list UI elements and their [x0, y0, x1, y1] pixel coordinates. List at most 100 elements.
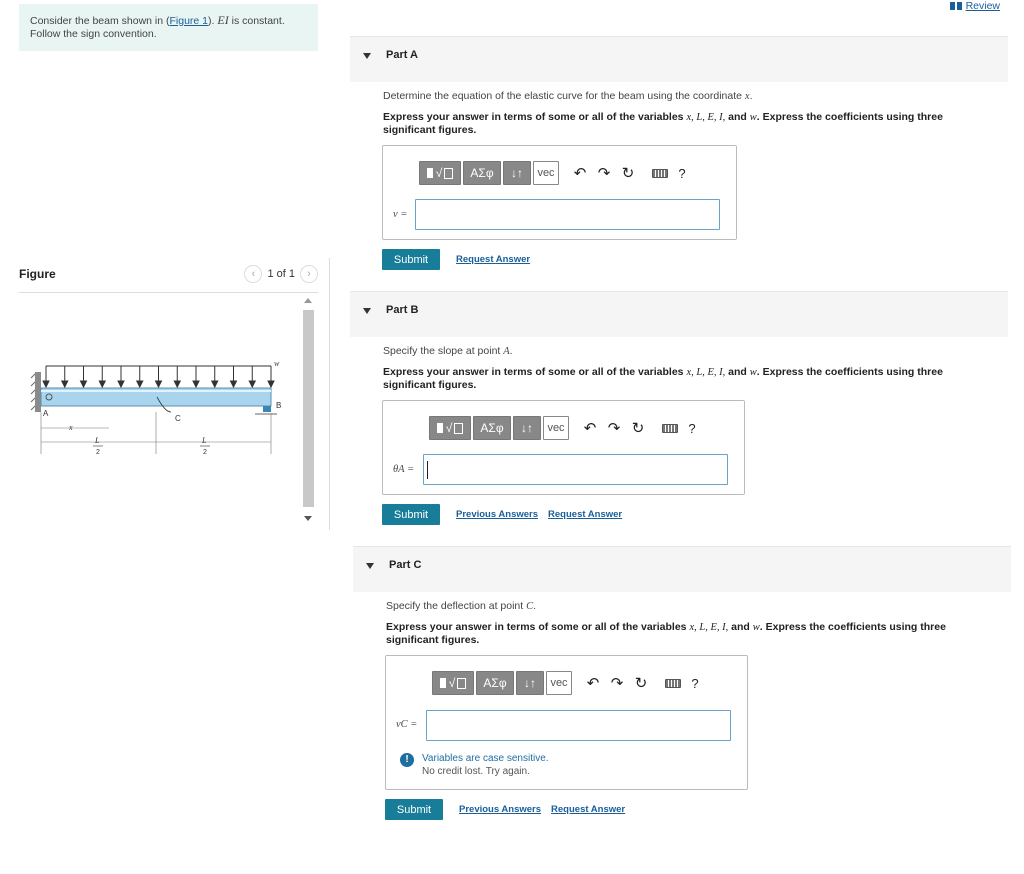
- keyboard-icon[interactable]: [662, 671, 684, 695]
- part-a-links: Request Answer: [456, 254, 530, 265]
- greek-button[interactable]: ΑΣφ: [473, 416, 511, 440]
- greek-button[interactable]: ΑΣφ: [463, 161, 501, 185]
- figure-page-indicator: 1 of 1: [267, 268, 295, 280]
- part-a-header[interactable]: Part A: [350, 36, 1008, 82]
- exclamation-icon: !: [400, 753, 414, 767]
- express-last-var: w: [749, 367, 757, 378]
- reset-icon[interactable]: ↻: [627, 416, 649, 440]
- text-cursor: [427, 461, 428, 479]
- math-toolbar: √ ΑΣφ ↓↑ vec ↶ ↷ ↻ ?: [429, 415, 703, 441]
- vec-button[interactable]: vec: [533, 161, 559, 185]
- vec-button[interactable]: vec: [546, 671, 572, 695]
- instruction-suffix: .: [749, 90, 753, 102]
- undo-icon[interactable]: ↶: [569, 161, 591, 185]
- review-link[interactable]: Review: [949, 0, 1000, 12]
- help-icon[interactable]: ?: [671, 161, 693, 185]
- undo-icon[interactable]: ↶: [579, 416, 601, 440]
- part-a-instructions: Determine the equation of the elastic cu…: [383, 90, 973, 136]
- vec-button[interactable]: vec: [543, 416, 569, 440]
- x-label: x: [68, 423, 73, 432]
- instruction-suffix: .: [509, 345, 513, 357]
- book-icon: [949, 2, 962, 10]
- keyboard-icon[interactable]: [659, 416, 681, 440]
- warning-line-2: No credit lost. Try again.: [422, 766, 530, 777]
- part-c-links: Previous Answers Request Answer: [459, 804, 625, 815]
- keyboard-icon[interactable]: [649, 161, 671, 185]
- part-b-submit-button[interactable]: Submit: [382, 504, 440, 525]
- instruction-text: Determine the equation of the elastic cu…: [383, 90, 745, 102]
- scroll-down-arrow-icon[interactable]: [304, 516, 312, 521]
- half-l-left-den: 2: [96, 449, 100, 456]
- greek-button[interactable]: ΑΣφ: [476, 671, 514, 695]
- part-b-header[interactable]: Part B: [350, 291, 1008, 337]
- collapse-triangle-icon[interactable]: [363, 53, 371, 59]
- part-a-answer-input[interactable]: [415, 199, 720, 230]
- half-l-right-num: L: [201, 436, 207, 445]
- request-answer-link[interactable]: Request Answer: [551, 804, 625, 815]
- point-c-label: C: [175, 414, 181, 423]
- part-b-answer-box: √ ΑΣφ ↓↑ vec ↶ ↷ ↻ ? θA =: [382, 400, 745, 495]
- help-icon[interactable]: ?: [681, 416, 703, 440]
- reset-icon[interactable]: ↻: [617, 161, 639, 185]
- figure-scrollbar[interactable]: [300, 294, 316, 526]
- part-c-answer-label: vC =: [396, 719, 418, 730]
- help-icon[interactable]: ?: [684, 671, 706, 695]
- express-and: and: [725, 366, 750, 378]
- part-a-submit-button[interactable]: Submit: [382, 249, 440, 270]
- express-and: and: [725, 111, 750, 123]
- request-answer-link[interactable]: Request Answer: [456, 254, 530, 265]
- review-label[interactable]: Review: [966, 0, 1000, 12]
- express-vars: x, L, E, I,: [686, 367, 726, 378]
- column-divider: [329, 258, 330, 530]
- collapse-triangle-icon[interactable]: [363, 308, 371, 314]
- part-c-header[interactable]: Part C: [353, 546, 1011, 592]
- figure-canvas: w A B C x L 2 L 2: [19, 294, 299, 530]
- prev-figure-button[interactable]: ‹: [244, 265, 263, 283]
- scroll-up-arrow-icon[interactable]: [304, 298, 312, 303]
- load-arrows: [42, 366, 275, 389]
- previous-answers-link[interactable]: Previous Answers: [459, 804, 541, 815]
- figure-link[interactable]: Figure 1: [170, 15, 209, 27]
- part-b-answer-label: θA =: [393, 464, 415, 475]
- subscript-button[interactable]: ↓↑: [513, 416, 541, 440]
- subscript-button[interactable]: ↓↑: [516, 671, 544, 695]
- part-b-answer-input[interactable]: [423, 454, 728, 485]
- reset-icon[interactable]: ↻: [630, 671, 652, 695]
- templates-button[interactable]: √: [429, 416, 471, 440]
- load-arrow-head: [98, 380, 107, 389]
- figure-pager: ‹ 1 of 1 ›: [244, 265, 318, 283]
- subscript-button[interactable]: ↓↑: [503, 161, 531, 185]
- templates-button[interactable]: √: [432, 671, 474, 695]
- load-arrow-head: [192, 380, 200, 389]
- express-vars: x, L, E, I,: [686, 112, 726, 123]
- redo-icon[interactable]: ↷: [593, 161, 615, 185]
- part-b-instructions: Specify the slope at point A. Express yo…: [383, 345, 973, 391]
- previous-answers-link[interactable]: Previous Answers: [456, 509, 538, 520]
- point-a-label: A: [43, 409, 49, 418]
- redo-icon[interactable]: ↷: [606, 671, 628, 695]
- templates-button[interactable]: √: [419, 161, 461, 185]
- scroll-thumb[interactable]: [303, 310, 314, 507]
- express-prefix: Express your answer in terms of some or …: [383, 111, 687, 123]
- math-toolbar: √ ΑΣφ ↓↑ vec ↶ ↷ ↻ ?: [432, 670, 706, 696]
- problem-statement: Consider the beam shown in (Figure 1). E…: [19, 4, 318, 51]
- express-vars: x, L, E, I,: [689, 622, 729, 633]
- redo-icon[interactable]: ↷: [603, 416, 625, 440]
- express-prefix: Express your answer in terms of some or …: [383, 366, 687, 378]
- load-arrow-head: [135, 380, 144, 389]
- express-last-var: w: [752, 622, 760, 633]
- beam-diagram: w A B C x L 2 L 2: [30, 359, 281, 456]
- part-a-title: Part A: [386, 49, 418, 61]
- figure-header: Figure ‹ 1 of 1 ›: [19, 265, 318, 293]
- part-c-submit-button[interactable]: Submit: [385, 799, 443, 820]
- request-answer-link[interactable]: Request Answer: [548, 509, 622, 520]
- fixed-support: [35, 372, 41, 412]
- part-c-answer-input[interactable]: [426, 710, 731, 741]
- part-a-answer-label: v =: [393, 209, 408, 220]
- undo-icon[interactable]: ↶: [582, 671, 604, 695]
- instruction-suffix: .: [533, 600, 537, 612]
- load-arrow-head: [173, 380, 182, 389]
- collapse-triangle-icon[interactable]: [366, 563, 374, 569]
- express-prefix: Express your answer in terms of some or …: [386, 621, 690, 633]
- next-figure-button[interactable]: ›: [300, 265, 318, 283]
